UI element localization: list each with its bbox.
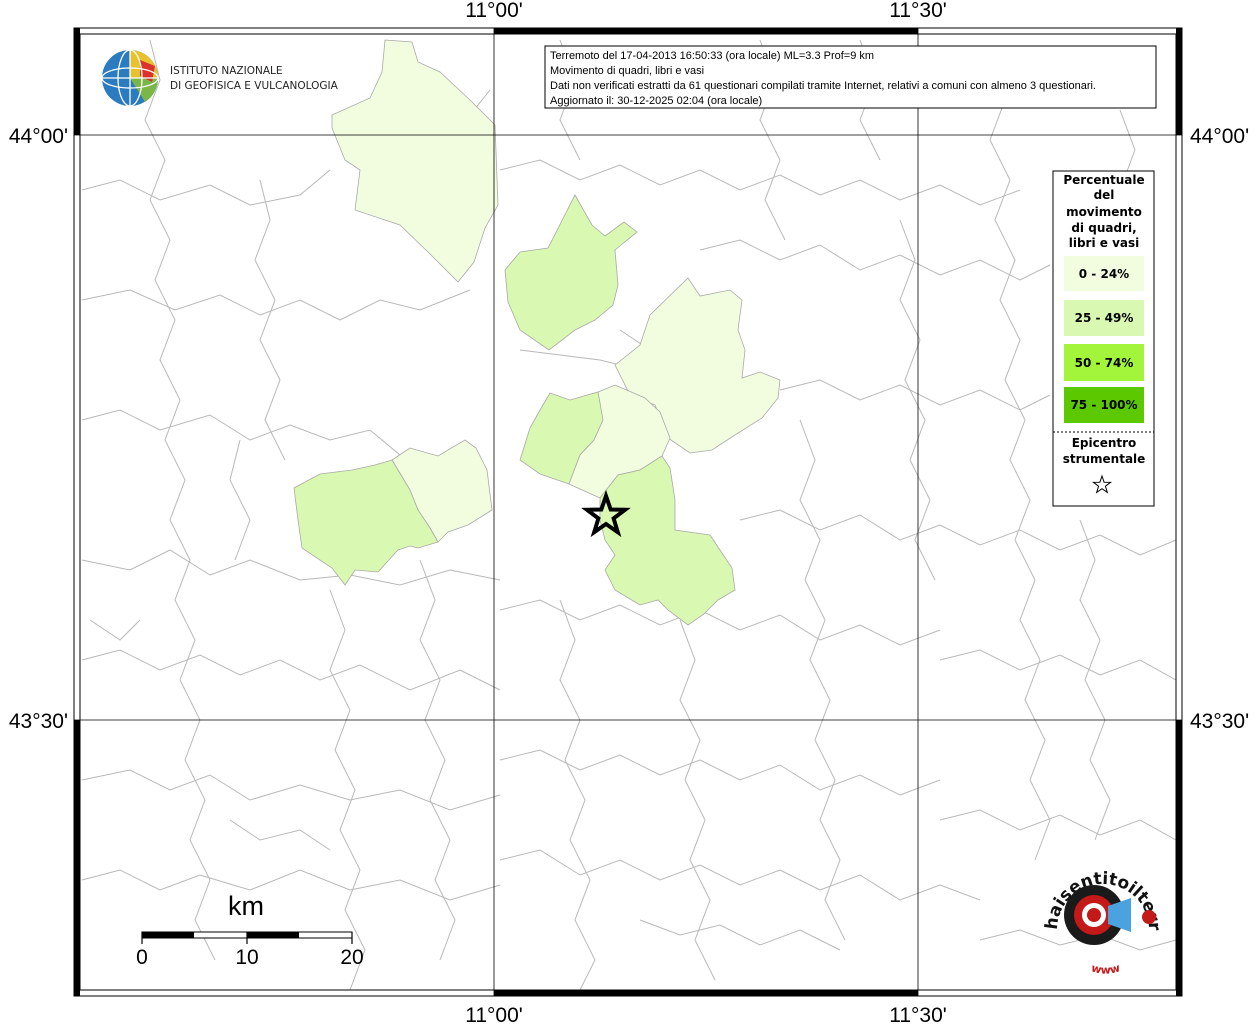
intensity-map: 11°00' 11°30' 11°00' 11°30' 44°00' 43°30… xyxy=(0,0,1249,1024)
lat-label-left-1: 44°00' xyxy=(9,125,68,148)
info-line-4: Aggiornato il: 30-12-2025 02:04 (ora loc… xyxy=(550,95,762,107)
legend-label-4: 75 - 100% xyxy=(1070,398,1137,412)
legend-label-3: 50 - 74% xyxy=(1075,356,1134,370)
info-box: Terremoto del 17-04-2013 16:50:33 (ora l… xyxy=(544,45,1157,109)
info-line-3: Dati non verificati estratti da 61 quest… xyxy=(550,80,1096,92)
lon-label-bottom-2: 11°30' xyxy=(889,1004,947,1024)
legend-label-2: 25 - 49% xyxy=(1075,311,1134,325)
scale-unit: km xyxy=(228,891,264,921)
institute-name-line1: ISTITUTO NAZIONALE xyxy=(170,65,283,77)
legend-title-4: di quadri, xyxy=(1071,221,1136,235)
legend-title-5: libri e vasi xyxy=(1069,236,1140,250)
legend-epicenter-line-1: Epicentro xyxy=(1072,436,1137,450)
institute-name-line2: DI GEOFISICA E VULCANOLOGIA xyxy=(170,80,339,92)
scale-label-0: 0 xyxy=(136,946,148,969)
info-line-1: Terremoto del 17-04-2013 16:50:33 (ora l… xyxy=(550,50,874,62)
lon-label-bottom-1: 11°00' xyxy=(465,1004,523,1024)
legend-title-3: movimento xyxy=(1066,205,1142,219)
legend: Percentuale del movimento di quadri, lib… xyxy=(1052,170,1155,507)
lat-label-right-2: 43°30' xyxy=(1190,710,1249,733)
legend-label-1: 0 - 24% xyxy=(1079,267,1129,281)
lat-label-left-2: 43°30' xyxy=(9,710,68,733)
lon-label-top-2: 11°30' xyxy=(889,0,947,22)
scale-label-10: 10 xyxy=(235,946,258,969)
info-line-2: Movimento di quadri, libri e vasi xyxy=(550,65,704,77)
lon-label-top-1: 11°00' xyxy=(465,0,523,22)
lat-label-right-1: 44°00' xyxy=(1190,125,1249,148)
scale-label-20: 20 xyxy=(340,946,363,969)
globe-icon xyxy=(101,49,159,107)
legend-epicenter-line-2: strumentale xyxy=(1063,452,1146,466)
legend-title-2: del xyxy=(1094,188,1115,202)
legend-title-1: Percentuale xyxy=(1063,173,1144,187)
